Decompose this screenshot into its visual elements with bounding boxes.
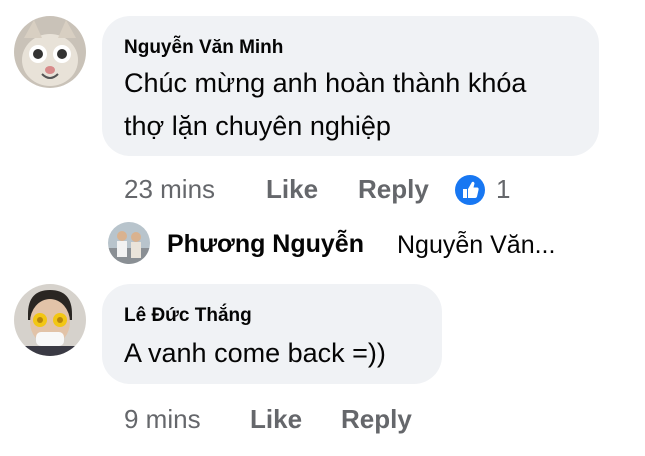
comment-text: thợ lặn chuyên nghiệp (124, 111, 391, 141)
comment-bubble: Nguyễn Văn Minh Chúc mừng anh hoàn thành… (102, 16, 599, 156)
like-button[interactable]: Like (266, 174, 318, 205)
comment-author[interactable]: Lê Đức Thắng (124, 305, 252, 327)
avatar-le-duc-thang[interactable] (14, 284, 86, 356)
comment-timestamp[interactable]: 23 mins (124, 174, 215, 205)
like-button[interactable]: Like (250, 404, 302, 435)
comment-bubble: Lê Đức Thắng A vanh come back =)) (102, 284, 442, 384)
avatar-phuong-nguyen[interactable] (108, 222, 150, 264)
thumbs-up-icon[interactable] (455, 175, 485, 205)
reaction-count[interactable]: 1 (496, 174, 510, 205)
comment-text: Chúc mừng anh hoàn thành khóa (124, 68, 527, 98)
reply-button[interactable]: Reply (341, 404, 412, 435)
comment-author[interactable]: Nguyễn Văn Minh (124, 37, 283, 59)
avatar-nguyen-van-minh[interactable] (14, 16, 86, 88)
reply-author[interactable]: Phương Nguyễn (167, 230, 364, 259)
comment-text: A vanh come back =)) (124, 338, 386, 368)
reply-button[interactable]: Reply (358, 174, 429, 205)
reply-preview-text[interactable]: Nguyễn Văn... (397, 231, 555, 260)
comment-timestamp[interactable]: 9 mins (124, 404, 201, 435)
